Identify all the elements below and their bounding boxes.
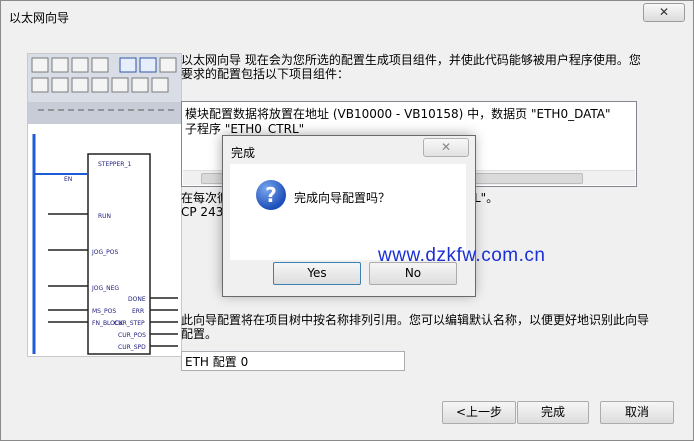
pin-jog-pos: JOG_POS (91, 249, 118, 256)
wizard-illustration: STEPPER_1 EN RUN JOG_POS JOG_NEG MS_POS … (27, 53, 182, 357)
yes-button[interactable]: Yes (273, 262, 361, 285)
pin-ms-pos: MS_POS (92, 308, 116, 315)
pin-jog-neg: JOG_NEG (91, 285, 119, 292)
dialog-message: 完成向导配置吗？ (294, 191, 391, 205)
block-title-label: STEPPER_1 (98, 161, 131, 168)
close-icon: ✕ (440, 140, 452, 154)
watermark-text: www.dzkfw.com.cn (378, 245, 546, 266)
pin-err: ERR (132, 308, 144, 315)
pin-cur-step: CUR_STEP (114, 320, 145, 327)
title-bar: 以太网向导 ✕ (1, 1, 693, 31)
config-name-input[interactable]: ETH 配置 0 (181, 351, 405, 371)
dialog-title: 完成 (231, 146, 256, 160)
prev-button[interactable]: <上一步 (442, 401, 516, 424)
pin-done: DONE (128, 296, 146, 303)
pin-cur-pos: CUR_POS (118, 332, 146, 339)
pin-en: EN (64, 176, 72, 183)
window-title: 以太网向导 (9, 11, 70, 25)
wizard-description: 以太网向导 现在会为您所选的配置生成项目组件，并使此代码能够被用户程序使用。您要… (181, 53, 641, 81)
close-icon: ✕ (658, 5, 670, 19)
finish-button[interactable]: 完成 (517, 401, 589, 424)
close-button[interactable]: ✕ (643, 3, 685, 22)
question-icon: ? (256, 180, 286, 210)
confirm-dialog: 完成 ✕ ? 完成向导配置吗？ Yes No (222, 135, 476, 297)
pin-cur-spd: CUR_SPD (118, 344, 146, 351)
usage-note-end: L"。 (474, 191, 499, 205)
cancel-button[interactable]: 取消 (600, 401, 674, 424)
naming-note: 此向导配置将在项目树中按名称排列引用。您可以编辑默认名称，以便更好地识别此向导配… (181, 313, 650, 341)
dialog-close-button[interactable]: ✕ (423, 138, 469, 157)
pin-run: RUN (98, 213, 111, 220)
ladder-diagram-image: STEPPER_1 EN RUN JOG_POS JOG_NEG MS_POS … (28, 54, 181, 355)
